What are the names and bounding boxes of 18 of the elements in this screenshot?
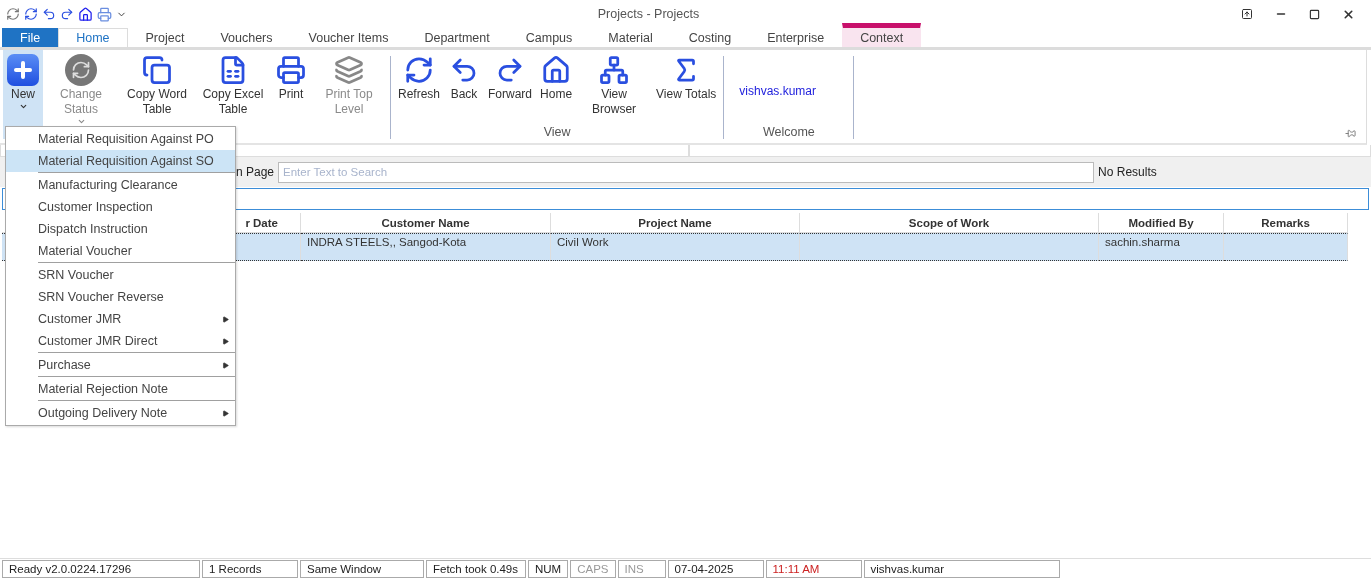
status-field: vishvas.kumar	[863, 560, 1060, 578]
status-field: Fetch took 0.49s	[426, 560, 526, 578]
status-field: Same Window	[300, 560, 424, 578]
search-result-text: No Results	[1098, 165, 1157, 179]
table-cell: Civil Work	[551, 233, 800, 261]
status-field: INS	[617, 560, 666, 578]
status-field: CAPS	[570, 560, 616, 578]
status-field: Ready v2.0.0224.17296	[2, 560, 200, 578]
group-label: View	[542, 125, 572, 139]
status-field: 07-04-2025	[667, 560, 764, 578]
search-label: n Page	[236, 165, 275, 179]
window-title: Projects - Projects	[596, 7, 701, 21]
status-field: 1 Records	[202, 560, 298, 578]
table-cell: INDRA STEELS,, Sangod-Kota	[301, 233, 551, 261]
group-label: Welcome	[761, 125, 816, 139]
status-field: NUM	[528, 560, 569, 578]
table-cell: sachin.sharma	[1099, 233, 1224, 261]
status-field: 11:11 AM	[765, 560, 862, 578]
